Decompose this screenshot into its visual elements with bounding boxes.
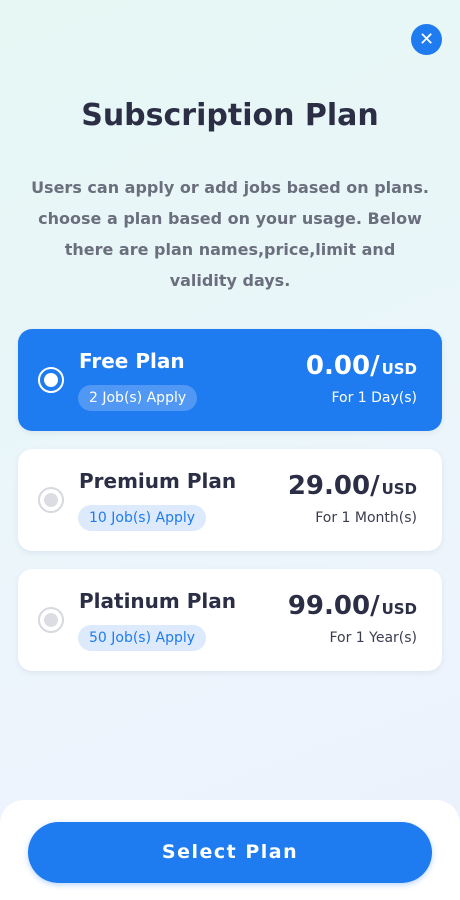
- plan-name: Premium Plan: [79, 469, 237, 493]
- plan-name: Platinum Plan: [79, 589, 236, 613]
- plan-price: 0.00/USD: [306, 351, 417, 381]
- radio-button[interactable]: [38, 607, 64, 633]
- plan-name: Free Plan: [79, 349, 185, 373]
- price-currency: USD: [381, 480, 417, 498]
- job-limit-badge: 50 Job(s) Apply: [78, 625, 207, 651]
- radio-button[interactable]: [38, 367, 64, 393]
- select-plan-button[interactable]: Select Plan: [28, 822, 432, 883]
- price-separator: /: [370, 591, 380, 621]
- job-limit-badge: 2 Job(s) Apply: [78, 385, 198, 411]
- close-icon: ✕: [418, 28, 435, 50]
- price-amount: 99.00: [287, 591, 371, 621]
- plan-card-platinum[interactable]: Platinum Plan 50 Job(s) Apply 99.00/USD …: [18, 569, 442, 671]
- radio-dot: [44, 613, 58, 627]
- price-currency: USD: [381, 360, 417, 378]
- plan-validity: For 1 Day(s): [331, 390, 417, 406]
- plan-validity: For 1 Year(s): [329, 630, 417, 646]
- job-limit-badge: 10 Job(s) Apply: [78, 505, 207, 531]
- plan-price: 99.00/USD: [288, 591, 417, 621]
- page-title: Subscription Plan: [81, 98, 379, 133]
- close-button[interactable]: ✕: [411, 24, 442, 55]
- plan-card-premium[interactable]: Premium Plan 10 Job(s) Apply 29.00/USD F…: [18, 449, 442, 551]
- radio-dot: [44, 373, 58, 387]
- price-currency: USD: [381, 600, 417, 618]
- price-separator: /: [370, 351, 380, 381]
- plan-card-free[interactable]: Free Plan 2 Job(s) Apply 0.00/USD For 1 …: [18, 329, 442, 431]
- plan-validity: For 1 Month(s): [315, 510, 417, 526]
- radio-dot: [44, 493, 58, 507]
- page-description: Users can apply or add jobs based on pla…: [31, 178, 429, 290]
- bottom-bar: Select Plan: [0, 800, 460, 900]
- plan-price: 29.00/USD: [288, 471, 417, 501]
- price-separator: /: [370, 471, 380, 501]
- price-amount: 29.00: [287, 471, 371, 501]
- radio-button[interactable]: [38, 487, 64, 513]
- price-amount: 0.00: [305, 351, 371, 381]
